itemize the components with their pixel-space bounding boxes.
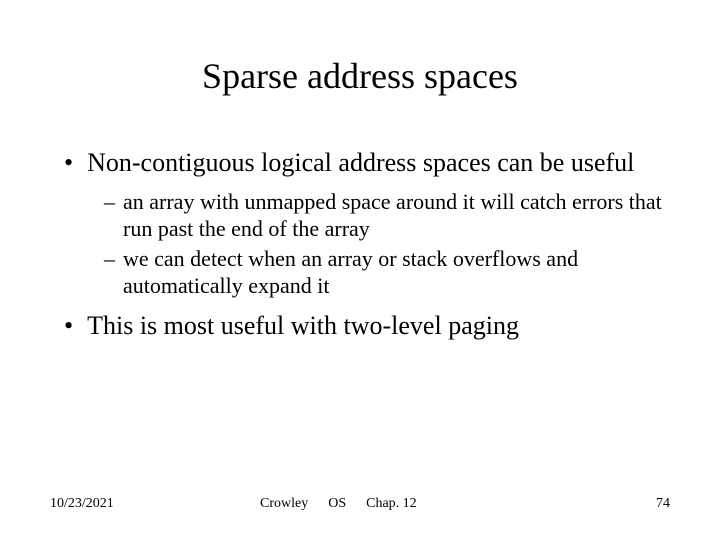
footer-chapter: Chap. 12 [366, 496, 417, 512]
sub-item-text: an array with unmapped space around it w… [123, 188, 670, 243]
footer-author: Crowley [260, 496, 308, 512]
slide-content: • Non-contiguous logical address spaces … [50, 147, 670, 342]
footer-page-number: 74 [630, 496, 670, 512]
sub-item: – an array with unmapped space around it… [104, 188, 670, 243]
bullet-text: Non-contiguous logical address spaces ca… [87, 147, 670, 180]
footer-course: OS [328, 496, 346, 512]
footer-date: 10/23/2021 [50, 496, 250, 512]
bullet-item: • Non-contiguous logical address spaces … [60, 147, 670, 180]
sub-list: – an array with unmapped space around it… [60, 188, 670, 300]
sub-item-text: we can detect when an array or stack ove… [123, 245, 670, 300]
bullet-text: This is most useful with two-level pagin… [87, 310, 670, 343]
bullet-item: • This is most useful with two-level pag… [60, 310, 670, 343]
slide: Sparse address spaces • Non-contiguous l… [0, 0, 720, 540]
slide-footer: 10/23/2021 Crowley OS Chap. 12 74 [50, 496, 670, 512]
dash-marker-icon: – [104, 245, 115, 273]
slide-title: Sparse address spaces [50, 55, 670, 97]
footer-center: Crowley OS Chap. 12 [250, 496, 630, 512]
bullet-marker-icon: • [64, 310, 73, 343]
sub-item: – we can detect when an array or stack o… [104, 245, 670, 300]
dash-marker-icon: – [104, 188, 115, 216]
bullet-marker-icon: • [64, 147, 73, 180]
